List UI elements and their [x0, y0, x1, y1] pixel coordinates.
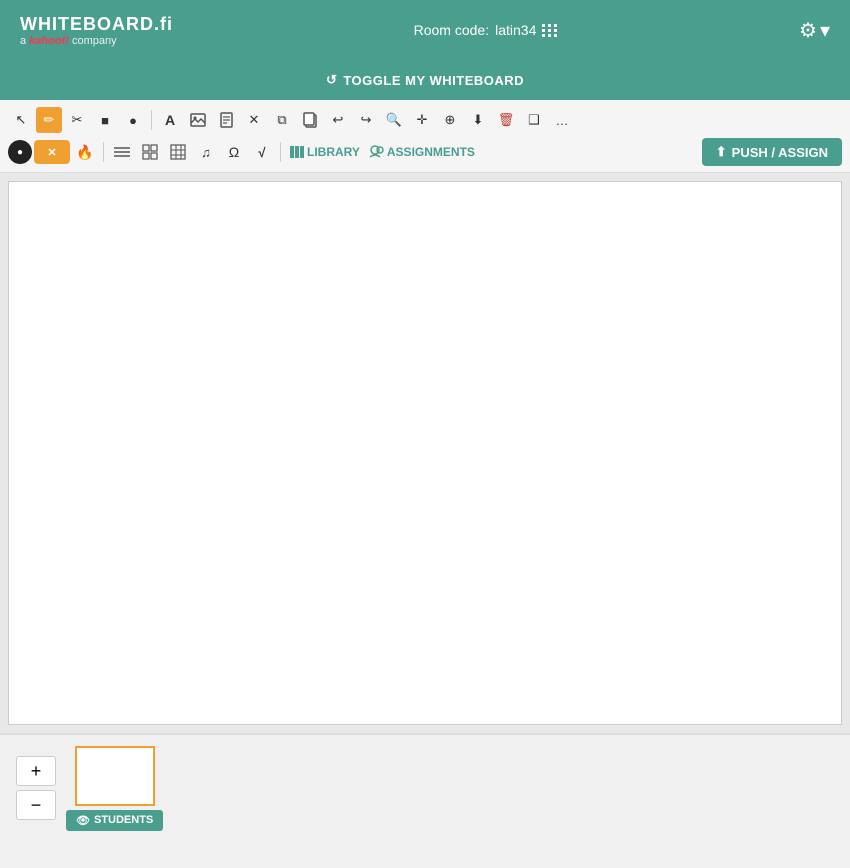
zoom-minus-button[interactable]: − [16, 790, 56, 820]
toggle-icon: ↺ [326, 72, 337, 88]
select-tool[interactable]: ↖ [8, 107, 34, 133]
toggle-text: TOGGLE MY WHITEBOARD [343, 73, 524, 88]
toolbar-row1: ↖ ✏ ✂ ■ ● A ✕ ⧉ ↩ ↪ 🔍 ✛ ⊕ ⬇ 🗑 ❑ … [8, 104, 842, 136]
sqrt-tool[interactable]: √ [249, 139, 275, 165]
students-icon: 👁 [76, 814, 90, 827]
more-tool[interactable]: … [549, 107, 575, 133]
library-button[interactable]: LIBRARY [286, 145, 364, 159]
toolbar-row2: ● ✕ 🔥 ♫ Ω √ LIBRARY ASSIGNMENTS [8, 136, 842, 168]
library-icon [290, 146, 304, 158]
fire-tool[interactable]: 🔥 [72, 139, 98, 165]
push-assign-icon: ⬆ [716, 144, 727, 160]
gear-icon: ⚙ [799, 18, 817, 43]
room-code-area: Room code: latin34 [414, 22, 559, 38]
table-tool[interactable] [165, 139, 191, 165]
circle-tool[interactable]: ● [120, 107, 146, 133]
room-code-value: latin34 [495, 22, 536, 38]
pencil-tool[interactable]: ✏ [36, 107, 62, 133]
students-label: STUDENTS [94, 814, 153, 826]
download-tool[interactable]: ⬇ [465, 107, 491, 133]
move-tool[interactable]: ✛ [409, 107, 435, 133]
cross-tool[interactable]: ✕ [241, 107, 267, 133]
toolbar-row2-left: ● ✕ 🔥 ♫ Ω √ LIBRARY ASSIGNMENTS [8, 139, 479, 165]
clear-x-tool[interactable]: ✕ [34, 140, 70, 164]
settings-arrow: ▾ [820, 18, 830, 43]
settings-button[interactable]: ⚙ ▾ [799, 18, 830, 43]
bottom-panel: + − 👁 STUDENTS [0, 733, 850, 841]
scissors-tool[interactable]: ✂ [64, 107, 90, 133]
push-assign-button[interactable]: ⬆ PUSH / ASSIGN [702, 138, 842, 166]
delete-tool[interactable]: 🗑 [493, 107, 519, 133]
paste-tool[interactable] [297, 107, 323, 133]
image-tool[interactable] [185, 107, 211, 133]
lines-icon [114, 145, 130, 159]
music-tool[interactable]: ♫ [193, 139, 219, 165]
text-tool[interactable]: A [157, 107, 183, 133]
zoom-in-tool[interactable]: ⊕ [437, 107, 463, 133]
lines-tool[interactable] [109, 139, 135, 165]
sep1 [151, 110, 152, 130]
copy-tool[interactable]: ⧉ [269, 107, 295, 133]
settings-area[interactable]: ⚙ ▾ [799, 18, 830, 43]
page-thumb-container: 👁 STUDENTS [66, 746, 163, 831]
color-black-tool[interactable]: ● [8, 140, 32, 164]
toggle-label: ↺ TOGGLE MY WHITEBOARD [326, 72, 524, 88]
logo-area: WHITEBOARD.fi a kahoot! company [20, 14, 173, 47]
toolbar: ↖ ✏ ✂ ■ ● A ✕ ⧉ ↩ ↪ 🔍 ✛ ⊕ ⬇ 🗑 ❑ … ● ✕ 🔥 [0, 100, 850, 173]
table-icon [170, 144, 186, 160]
push-assign-label: PUSH / ASSIGN [732, 145, 828, 160]
header: WHITEBOARD.fi a kahoot! company Room cod… [0, 0, 850, 60]
omega-tool[interactable]: Ω [221, 139, 247, 165]
canvas-area [0, 173, 850, 733]
layers-tool[interactable]: ❑ [521, 107, 547, 133]
assignments-button[interactable]: ASSIGNMENTS [366, 145, 479, 159]
doc-tool[interactable] [213, 107, 239, 133]
page-thumbnail[interactable] [75, 746, 155, 806]
room-code-label: Room code: [414, 22, 489, 38]
students-button[interactable]: 👁 STUDENTS [66, 810, 163, 831]
undo-tool[interactable]: ↩ [325, 107, 351, 133]
paste-icon [303, 112, 317, 128]
zoom-controls: + − [16, 756, 56, 820]
grid-icon-tool [142, 144, 158, 160]
image-icon [190, 113, 206, 127]
library-label: LIBRARY [307, 145, 360, 159]
grid-icon [542, 24, 558, 37]
toggle-bar[interactable]: ↺ TOGGLE MY WHITEBOARD [0, 60, 850, 100]
sep3 [280, 142, 281, 162]
logo-title: WHITEBOARD.fi [20, 14, 173, 35]
redo-tool[interactable]: ↪ [353, 107, 379, 133]
logo-subtitle: a kahoot! company [20, 35, 173, 47]
sep2 [103, 142, 104, 162]
square-tool[interactable]: ■ [92, 107, 118, 133]
whiteboard[interactable] [8, 181, 842, 725]
grid-tool[interactable] [137, 139, 163, 165]
zoom-plus-button[interactable]: + [16, 756, 56, 786]
assignments-icon [370, 145, 384, 159]
zoom-search-tool[interactable]: 🔍 [381, 107, 407, 133]
assignments-label: ASSIGNMENTS [387, 145, 475, 159]
doc-icon [220, 112, 233, 128]
